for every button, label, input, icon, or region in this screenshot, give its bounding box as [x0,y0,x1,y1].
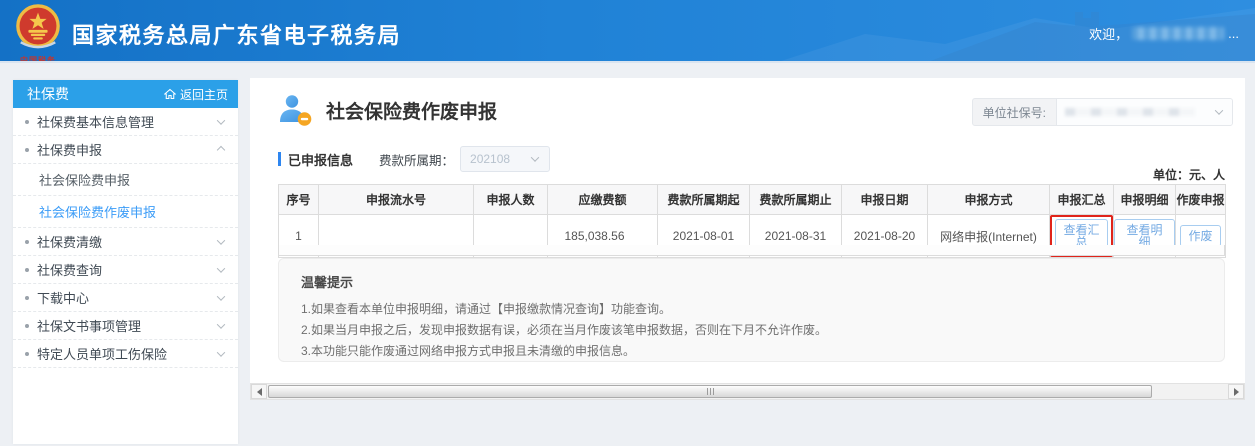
chevron-down-icon [531,153,539,161]
chevron-down-icon [217,236,225,244]
redacted-username [1132,27,1224,40]
tips-line-1: 1.如果查看本单位申报明细，请通过【申报缴款情况查询】功能查询。 [301,299,1202,320]
return-home-label: 返回主页 [180,86,228,103]
grip-icon [710,388,711,395]
sidebar-item-download-center[interactable]: 下载中心 [13,284,238,312]
person-minus-icon [278,92,314,128]
chevron-down-icon [217,348,225,356]
chevron-up-icon [217,145,225,153]
col-period-start: 费款所属期起 [658,185,750,215]
col-void: 作废申报 [1176,185,1226,215]
tax-emblem-icon [15,4,61,50]
chevron-down-icon [1215,106,1223,114]
app-header: 中国税务 国家税务总局广东省电子税务局 欢迎， ... [0,0,1255,63]
sidebar-item-label: 社保费基本信息管理 [37,112,154,131]
chevron-down-icon [217,320,225,328]
tips-title: 温馨提示 [301,272,1202,291]
chevron-down-icon [217,264,225,272]
void-button[interactable]: 作废 [1180,225,1220,247]
col-seq: 序号 [279,185,319,215]
table-header-row: 序号 申报流水号 申报人数 应缴费额 费款所属期起 费款所属期止 申报日期 申报… [279,185,1226,215]
bullet-icon [25,148,29,152]
tips-box: 温馨提示 1.如果查看本单位申报明细，请通过【申报缴款情况查询】功能查询。 2.… [278,258,1225,362]
sidebar-item-label: 社保文书事项管理 [37,316,141,335]
bullet-icon [25,352,29,356]
logo-caption: 中国税务 [12,55,64,63]
sidebar-subitem-insurance-declare[interactable]: 社会保险费申报 [13,164,238,196]
home-icon [164,88,176,100]
scroll-left-button[interactable] [251,384,267,399]
sidebar-item-label: 社会保险费作废申报 [39,202,156,221]
page-title: 社会保险费作废申报 [326,97,497,124]
chevron-down-icon [217,116,225,124]
chevron-down-icon [217,292,225,300]
scrollbar-track[interactable] [267,384,1228,399]
col-people: 申报人数 [474,185,548,215]
sidebar-item-label: 社保费查询 [37,260,102,279]
welcome-label: 欢迎， [1089,24,1128,43]
sidebar-item-fee-settle[interactable]: 社保费清缴 [13,228,238,256]
bullet-icon [25,324,29,328]
tax-emblem-logo: 中国税务 [12,4,64,63]
site-title: 国家税务总局广东省电子税务局 [72,18,401,50]
page-root: 中国税务 国家税务总局广东省电子税务局 欢迎， ... 社保费 返回主页 社保费… [0,0,1255,446]
sidebar-item-fee-declare[interactable]: 社保费申报 [13,136,238,164]
sidebar: 社保费 返回主页 社保费基本信息管理 社保费申报 社会保险费申报 社会保险费作废… [13,80,238,444]
section-accent-bar [278,152,281,166]
welcome-suffix: ... [1228,26,1239,41]
bullet-icon [25,120,29,124]
col-serial: 申报流水号 [319,185,474,215]
tips-line-3: 3.本功能只能作废通过网络申报方式申报且未清缴的申报信息。 [301,341,1202,362]
sidebar-header: 社保费 返回主页 [13,80,238,108]
sidebar-item-label: 社保费申报 [37,140,102,159]
sidebar-item-label: 下载中心 [37,288,89,307]
page-title-row: 社会保险费作废申报 [278,92,497,128]
company-ssn-select[interactable]: 单位社保号: [972,98,1233,126]
col-detail: 申报明细 [1114,185,1176,215]
col-declare-date: 申报日期 [842,185,928,215]
horizontal-scrollbar [250,383,1245,400]
company-ssn-label: 单位社保号: [973,99,1056,125]
sidebar-item-special-injury-insurance[interactable]: 特定人员单项工伤保险 [13,340,238,368]
welcome-area: 欢迎， ... [1089,24,1239,43]
sidebar-item-basic-info-mgmt[interactable]: 社保费基本信息管理 [13,108,238,136]
col-method: 申报方式 [928,185,1050,215]
redacted-company-number [1065,108,1195,116]
bullet-icon [25,240,29,244]
return-home-link[interactable]: 返回主页 [164,86,228,103]
sidebar-subitem-void-declare[interactable]: 社会保险费作废申报 [13,196,238,228]
sidebar-title: 社保费 [27,84,69,104]
triangle-right-icon [1234,388,1239,396]
unit-note: 单位：元、人 [278,166,1225,183]
grip-icon [707,388,708,395]
col-summary: 申报汇总 [1050,185,1114,215]
grip-icon [713,388,714,395]
triangle-left-icon [257,388,262,396]
sidebar-item-document-mgmt[interactable]: 社保文书事项管理 [13,312,238,340]
col-amount: 应缴费额 [548,185,658,215]
sidebar-item-label: 特定人员单项工伤保险 [37,344,167,363]
main-panel: 单位社保号: 社会保险费作废申报 已申报信息 [250,78,1245,400]
sidebar-item-label: 社会保险费申报 [39,170,130,189]
sidebar-item-fee-query[interactable]: 社保费查询 [13,256,238,284]
scrollbar-thumb[interactable] [268,385,1152,398]
sidebar-item-label: 社保费清缴 [37,232,102,251]
period-value: 202108 [470,152,510,166]
col-period-end: 费款所属期止 [750,185,842,215]
bullet-icon [25,268,29,272]
table-footer-strip [278,245,1225,256]
tips-line-2: 2.如果当月申报之后，发现申报数据有误，必须在当月作废该笔申报数据，否则在下月不… [301,320,1202,341]
bullet-icon [25,296,29,300]
scroll-right-button[interactable] [1228,384,1244,399]
